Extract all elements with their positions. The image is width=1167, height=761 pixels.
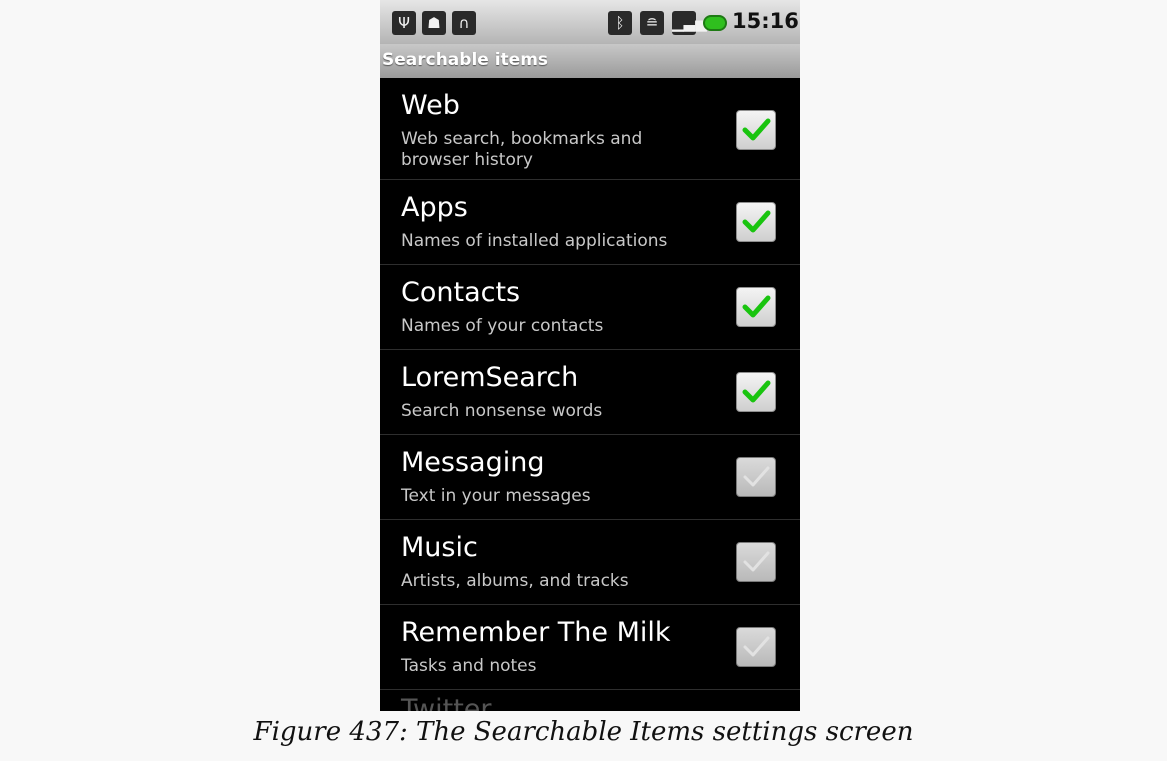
list-item[interactable]: Remember The Milk Tasks and notes (380, 605, 800, 690)
item-checkbox[interactable] (736, 542, 776, 582)
list-item[interactable]: Messaging Text in your messages (380, 435, 800, 520)
list-item[interactable]: Contacts Names of your contacts (380, 265, 800, 350)
list-item-title: LoremSearch (401, 362, 579, 393)
list-item[interactable]: Music Artists, albums, and tracks (380, 520, 800, 605)
phone-screen: Ψ ☗ ∩ ᛒ ≘ ▁▃▅ 15:16 Searchable items Web… (380, 0, 800, 711)
list-item-subtitle: Names of installed applications (401, 231, 668, 251)
checkmark-icon (742, 295, 771, 318)
item-checkbox[interactable] (736, 287, 776, 327)
screen-title-bar: Searchable items (380, 44, 800, 78)
signal-icon: ▁▃▅ (672, 11, 707, 35)
list-item-title: Remember The Milk (401, 617, 671, 648)
list-item-subtitle: Web search, bookmarks and browser histor… (401, 129, 643, 170)
list-item-title: Apps (401, 192, 468, 223)
wifi-icon: ≘ (640, 11, 664, 35)
battery-icon (703, 15, 727, 31)
checkmark-icon (742, 210, 771, 233)
list-item-title: Web (401, 90, 460, 121)
list-item-title: Music (401, 532, 478, 563)
usb-icon: Ψ (392, 11, 416, 35)
list-item-title: Messaging (401, 447, 545, 478)
list-item-subtitle: Artists, albums, and tracks (401, 571, 629, 591)
item-checkbox[interactable] (736, 457, 776, 497)
list-item-subtitle: Search nonsense words (401, 401, 603, 421)
figure-caption: Figure 437: The Searchable Items setting… (253, 717, 914, 747)
checkmark-icon (742, 380, 771, 403)
item-checkbox[interactable] (736, 202, 776, 242)
list-item-subtitle: Tasks and notes (401, 656, 537, 676)
list-item[interactable]: Web Web search, bookmarks and browser his… (380, 78, 800, 180)
list-item[interactable]: LoremSearch Search nonsense words (380, 350, 800, 435)
android-debug-icon: ☗ (422, 11, 446, 35)
item-checkbox[interactable] (736, 627, 776, 667)
status-time: 15:16 (732, 9, 799, 33)
checkmark-icon (743, 466, 770, 487)
checkmark-icon (743, 551, 770, 572)
list-item[interactable]: Apps Names of installed applications (380, 180, 800, 265)
checkmark-icon (742, 118, 771, 141)
list-item-subtitle: Text in your messages (401, 486, 591, 506)
list-item-title: Contacts (401, 277, 521, 308)
checkmark-icon (743, 636, 770, 657)
headphones-icon: ∩ (452, 11, 476, 35)
item-checkbox[interactable] (736, 372, 776, 412)
partial-list-item-title: Twitter (401, 694, 492, 711)
bluetooth-icon: ᛒ (608, 11, 632, 35)
screen-title: Searchable items (382, 50, 549, 70)
status-bar: Ψ ☗ ∩ ᛒ ≘ ▁▃▅ 15:16 (380, 0, 800, 44)
item-checkbox[interactable] (736, 110, 776, 150)
list-item-subtitle: Names of your contacts (401, 316, 604, 336)
